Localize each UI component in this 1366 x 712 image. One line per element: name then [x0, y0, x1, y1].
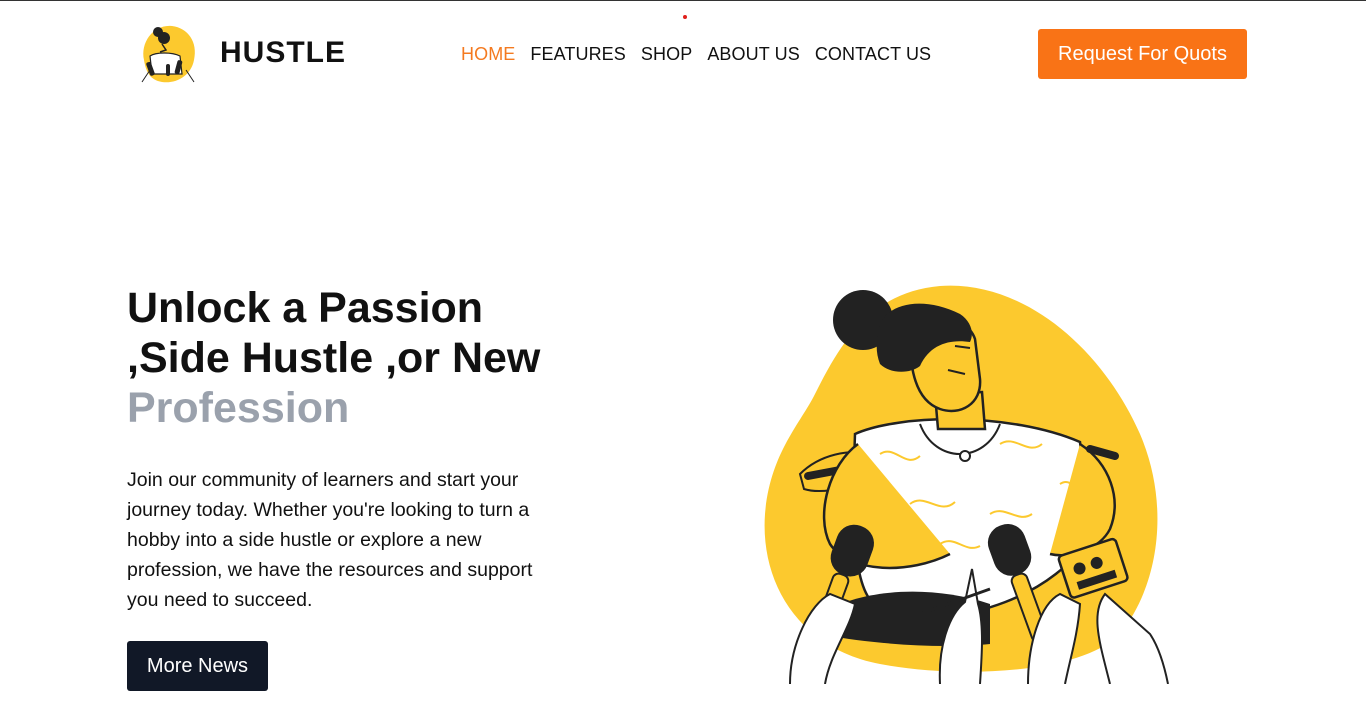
nav-item-about-us[interactable]: ABOUT US: [707, 44, 800, 65]
nav-item-contact-us[interactable]: CONTACT US: [815, 44, 931, 65]
site-header: HUSTLE HOME FEATURES SHOP ABOUT US CONTA…: [0, 0, 1366, 100]
hero-description: Join our community of learners and start…: [127, 469, 533, 611]
hero-title: Unlock a Passion ,Side Hustle ,or New Pr…: [127, 283, 597, 433]
logo-icon: [141, 25, 195, 83]
hero-section: Unlock a Passion ,Side Hustle ,or New Pr…: [127, 283, 597, 691]
brand-name: HUSTLE: [220, 36, 346, 69]
hero-title-line-2: ,Side Hustle ,or New: [127, 334, 541, 382]
main-nav: HOME FEATURES SHOP ABOUT US CONTACT US: [461, 44, 946, 65]
more-news-button[interactable]: More News: [127, 641, 268, 691]
nav-item-home[interactable]: HOME: [461, 44, 515, 65]
woman-interview-illustration: [764, 285, 1169, 684]
hero-title-line-1: Unlock a Passion: [127, 284, 484, 332]
request-quote-button[interactable]: Request For Quots: [1038, 29, 1247, 79]
brand[interactable]: HUSTLE: [136, 20, 346, 86]
nav-item-shop[interactable]: SHOP: [641, 44, 692, 65]
hero-title-highlight: Profession: [127, 384, 350, 432]
nav-item-features[interactable]: FEATURES: [530, 44, 625, 65]
